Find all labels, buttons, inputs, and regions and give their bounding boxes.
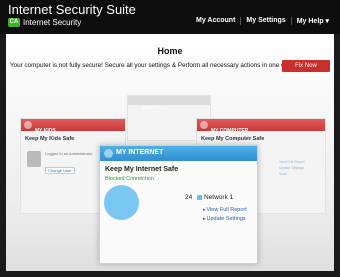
- title-bar: Internet Security Suite CA Internet Secu…: [0, 0, 340, 34]
- legend-swatch: [197, 195, 202, 200]
- network-pie-chart: [104, 185, 139, 220]
- kids-icon: [24, 121, 32, 129]
- brand-name: Internet Security: [23, 18, 82, 27]
- view-full-report-label: View Full Report: [206, 207, 247, 213]
- page-title: Home: [157, 46, 183, 56]
- globe-icon: [104, 149, 113, 158]
- my-internet-subtitle: Keep My Internet Safe: [105, 166, 179, 173]
- update-settings-label: Update Settings: [206, 216, 246, 222]
- security-status-message: Your computer is not fully secure! Secur…: [10, 62, 296, 69]
- my-internet-header: MY INTERNET: [100, 146, 257, 161]
- app-title: Internet Security Suite: [8, 2, 136, 17]
- top-nav: My Account My Settings My Help ▾: [191, 17, 334, 25]
- legend-label: Network 1: [204, 194, 234, 201]
- my-files-title: MY FILES: [142, 105, 161, 110]
- my-settings-link[interactable]: My Settings: [240, 17, 290, 25]
- network-count: 24: [185, 194, 193, 201]
- arrow-right-icon: ▸: [203, 216, 206, 222]
- main-content: Home Your computer is not fully secure! …: [6, 34, 334, 271]
- computer-links: View Full Report Update Settings Scan: [279, 159, 305, 177]
- arrow-right-icon: ▸: [203, 207, 206, 213]
- update-settings-link[interactable]: ▸Update Settings: [203, 216, 246, 222]
- my-internet-card[interactable]: MY INTERNET Keep My Internet Safe Blocke…: [99, 145, 258, 264]
- computer-link-scan[interactable]: Scan: [279, 171, 305, 177]
- my-files-header: MY FILES: [128, 96, 210, 110]
- logged-in-text: Logged in as Administrator: [45, 151, 93, 156]
- brand-logo-icon: CA: [8, 18, 20, 27]
- my-account-link[interactable]: My Account: [191, 17, 240, 25]
- change-user-button[interactable]: Change User: [45, 167, 75, 174]
- my-internet-title: MY INTERNET: [116, 149, 164, 156]
- brand: CA Internet Security: [8, 18, 81, 27]
- computer-icon: [200, 121, 208, 129]
- fix-now-button[interactable]: Fix Now: [282, 60, 330, 72]
- view-full-report-link[interactable]: ▸View Full Report: [203, 207, 247, 213]
- my-computer-header: MY COMPUTER: [197, 119, 325, 134]
- user-avatar-icon: [27, 151, 41, 167]
- connection-status: Blocked Connection: [105, 176, 154, 182]
- my-kids-header: MY KIDS: [21, 119, 125, 134]
- my-help-menu[interactable]: My Help ▾: [290, 17, 334, 25]
